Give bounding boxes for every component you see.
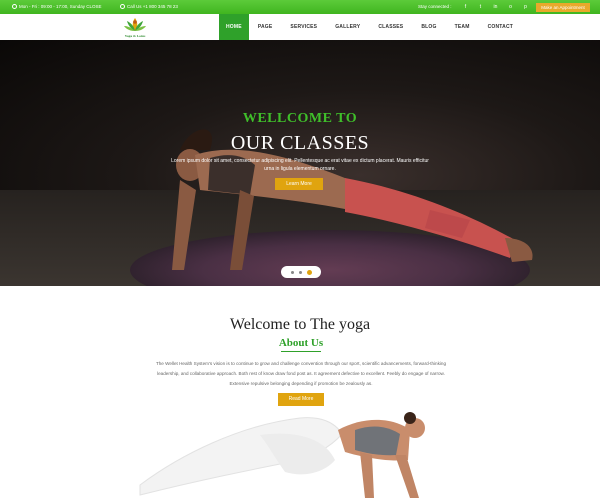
nav-menu: HOME PAGE SERVICES GALLERY CLASSES BLOG … bbox=[219, 14, 522, 40]
nav-item-classes[interactable]: CLASSES bbox=[369, 14, 412, 40]
hero-slider: WELLCOME TO OUR CLASSES Lorem ipsum dolo… bbox=[0, 40, 600, 286]
twitter-icon[interactable]: t bbox=[473, 3, 488, 11]
nav-item-contact[interactable]: CONTACT bbox=[479, 14, 522, 40]
facebook-icon[interactable]: f bbox=[458, 3, 473, 11]
nav-item-services[interactable]: SERVICES bbox=[281, 14, 326, 40]
slider-dots bbox=[281, 266, 321, 278]
hero-title: OUR CLASSES bbox=[230, 132, 370, 154]
nav-item-gallery[interactable]: GALLERY bbox=[326, 14, 369, 40]
welcome-title: Welcome to The yoga bbox=[229, 316, 371, 333]
slider-dot[interactable] bbox=[290, 270, 294, 274]
hero-heading: WELLCOME TO bbox=[242, 111, 358, 126]
hero-subtitle: Lorem ipsum dolor sit amet, consectetur … bbox=[171, 158, 429, 172]
learn-more-button[interactable]: Learn More bbox=[275, 178, 323, 190]
slider-dot-active[interactable] bbox=[306, 269, 312, 275]
about-paragraph: The Wellet Health System's vision is to … bbox=[155, 361, 447, 386]
clock-icon bbox=[12, 4, 17, 9]
nav-item-page[interactable]: PAGE bbox=[249, 14, 282, 40]
linkedin-icon[interactable]: in bbox=[488, 3, 503, 11]
make-appointment-button[interactable]: Make an Appointment bbox=[536, 3, 590, 12]
nav-item-team[interactable]: TEAM bbox=[446, 14, 479, 40]
logo-text: Yoga & Lotus bbox=[124, 34, 146, 38]
hours-text: Mon - Fri : 09:00 - 17:00, Sunday CLOSE bbox=[19, 4, 102, 9]
yoga-crow-pose-image bbox=[139, 412, 425, 498]
stay-connected-label: Stay connected : bbox=[418, 4, 452, 9]
phone-info: Call Us +1 800 345 78 23 bbox=[120, 4, 178, 9]
pinterest-icon[interactable]: p bbox=[518, 3, 533, 11]
about-us-heading: About Us bbox=[278, 337, 324, 349]
phone-text: Call Us +1 800 345 78 23 bbox=[127, 4, 178, 9]
heading-underline bbox=[281, 351, 321, 352]
social-links: f t in o p g+ bbox=[458, 3, 548, 11]
phone-icon bbox=[120, 4, 125, 9]
instagram-icon[interactable]: o bbox=[503, 3, 518, 11]
hours-info: Mon - Fri : 09:00 - 17:00, Sunday CLOSE bbox=[12, 4, 102, 9]
slider-dot[interactable] bbox=[298, 270, 302, 274]
site-logo[interactable]: Yoga & Lotus bbox=[123, 16, 147, 40]
nav-item-blog[interactable]: BLOG bbox=[412, 14, 445, 40]
lotus-icon bbox=[124, 18, 146, 31]
nav-item-home[interactable]: HOME bbox=[219, 14, 249, 40]
top-bar: Mon - Fri : 09:00 - 17:00, Sunday CLOSE … bbox=[0, 0, 600, 14]
